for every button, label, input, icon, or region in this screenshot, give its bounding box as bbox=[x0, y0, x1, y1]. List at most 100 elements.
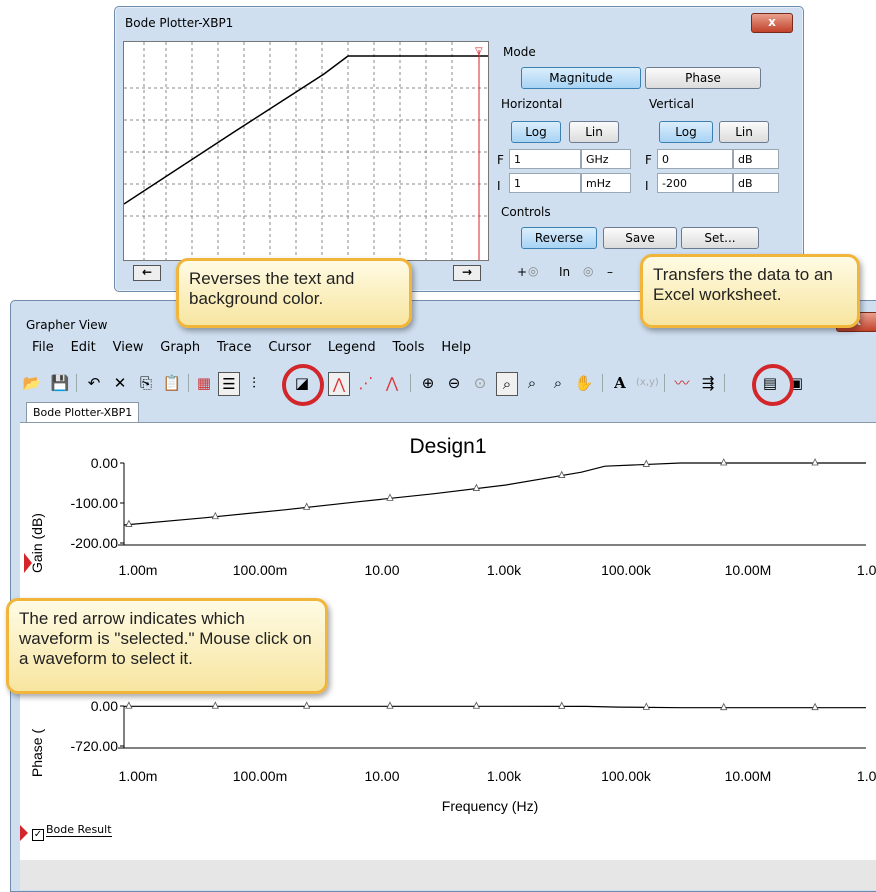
callout-reverse-text: Reverses the text and background color. bbox=[189, 269, 355, 308]
bode-window-title: Bode Plotter-XBP1 bbox=[125, 16, 234, 30]
menu-view[interactable]: View bbox=[113, 340, 144, 355]
chart-title: Design1 bbox=[409, 435, 486, 458]
menu-edit[interactable]: Edit bbox=[71, 340, 96, 355]
show-select-marks-icon[interactable]: ⫶ bbox=[244, 372, 264, 394]
data-point-marker bbox=[558, 701, 566, 709]
horizontal-initial-unit[interactable]: mHz bbox=[581, 173, 631, 193]
in-terminal-label: In bbox=[559, 265, 571, 279]
data-point-marker bbox=[211, 511, 219, 520]
vertical-initial-value[interactable]: -200 bbox=[657, 173, 733, 193]
data-point-marker bbox=[125, 519, 133, 527]
callout-reverse: Reverses the text and background color. bbox=[176, 258, 412, 328]
callout-excel-text: Transfers the data to an Excel worksheet… bbox=[653, 265, 833, 304]
reverse-highlight-ring bbox=[282, 364, 324, 406]
menu-legend[interactable]: Legend bbox=[328, 340, 376, 355]
set-button[interactable]: Set... bbox=[681, 227, 759, 249]
paste-icon[interactable]: 📋 bbox=[162, 372, 182, 394]
legend-checkbox[interactable]: ✓ bbox=[32, 829, 44, 841]
data-point-marker bbox=[642, 459, 650, 467]
x-tick-label: 1.00k bbox=[487, 562, 522, 578]
save-icon[interactable]: 💾 bbox=[50, 372, 70, 394]
bode-close-button[interactable]: x bbox=[751, 13, 793, 33]
x-tick-label: 100.00k bbox=[601, 768, 652, 784]
bode-mini-plot-svg: ▽ bbox=[123, 42, 488, 260]
export-icon[interactable]: ⇶ bbox=[698, 372, 718, 394]
bode-plotter-window: Bode Plotter-XBP1 x ▽ ← → Mode Magnitude… bbox=[114, 6, 804, 292]
zoom-full-icon[interactable]: ⌕ bbox=[496, 372, 518, 396]
excel-highlight-ring bbox=[752, 364, 794, 406]
callout-selected: The red arrow indicates which waveform i… bbox=[6, 598, 328, 694]
zoom-out-icon[interactable]: ⊖ bbox=[444, 372, 464, 394]
horizontal-lin-button[interactable]: Lin bbox=[569, 121, 619, 143]
reverse-button[interactable]: Reverse bbox=[521, 227, 597, 249]
menu-file[interactable]: File bbox=[32, 340, 54, 355]
phase-button[interactable]: Phase bbox=[645, 67, 761, 89]
properties-icon[interactable]: (x,y) bbox=[636, 372, 659, 394]
selected-trace-marker bbox=[20, 825, 28, 841]
vertical-initial-unit[interactable]: dB bbox=[733, 173, 779, 193]
x-tick-label: 10.00 bbox=[364, 768, 399, 784]
plus-terminal-icon[interactable]: ◎ bbox=[528, 264, 538, 278]
bode-mini-curve bbox=[123, 55, 488, 205]
copy-icon[interactable]: ⎘ bbox=[136, 372, 156, 394]
x-tick-label: 1.00G bbox=[857, 562, 876, 578]
zoom-in-icon[interactable]: ⊕ bbox=[418, 372, 438, 394]
zoom-y-icon[interactable]: ⌕ bbox=[548, 372, 568, 394]
save-button[interactable]: Save bbox=[603, 227, 677, 249]
horizontal-initial-value[interactable]: 1 bbox=[509, 173, 581, 193]
delete-icon[interactable]: ✕ bbox=[110, 372, 130, 394]
vertical-label: Vertical bbox=[649, 97, 694, 111]
legend-label: Bode Result bbox=[46, 823, 112, 837]
menu-trace[interactable]: Trace bbox=[217, 340, 252, 355]
horizontal-initial-label: I bbox=[497, 179, 501, 193]
data-point-marker bbox=[472, 701, 481, 709]
series-line bbox=[124, 705, 866, 709]
vertical-final-unit[interactable]: dB bbox=[733, 149, 779, 169]
horizontal-final-label: F bbox=[497, 153, 504, 167]
vertical-log-button[interactable]: Log bbox=[659, 121, 713, 143]
vertical-lin-button[interactable]: Lin bbox=[719, 121, 769, 143]
menu-graph[interactable]: Graph bbox=[160, 340, 200, 355]
x-tick-label: 100.00m bbox=[233, 768, 287, 784]
bode-mini-plot: ▽ bbox=[123, 41, 489, 261]
vertical-final-value[interactable]: 0 bbox=[657, 149, 733, 169]
bode-scroll-left-button[interactable]: ← bbox=[133, 265, 161, 281]
horizontal-log-button[interactable]: Log bbox=[511, 121, 561, 143]
open-icon[interactable]: 📂 bbox=[22, 372, 42, 394]
data-point-marker bbox=[811, 702, 819, 711]
title-text-icon[interactable]: A bbox=[610, 372, 630, 394]
x-tick-label: 10.00M bbox=[725, 562, 772, 578]
in-terminal-icon[interactable]: ◎ bbox=[583, 264, 593, 278]
legend-icon[interactable]: ☰ bbox=[218, 372, 240, 396]
horizontal-final-unit[interactable]: GHz bbox=[581, 149, 631, 169]
y-tick-label: 0.00 bbox=[91, 455, 118, 471]
tab-bode-plotter[interactable]: Bode Plotter-XBP1 bbox=[26, 402, 140, 423]
next-marker-icon[interactable]: ⋰ bbox=[356, 372, 376, 394]
pan-hand-icon[interactable]: ✋ bbox=[574, 372, 594, 394]
bode-scroll-right-button[interactable]: → bbox=[453, 265, 481, 281]
menu-help[interactable]: Help bbox=[441, 340, 471, 355]
overlay-traces-icon[interactable]: 〰 bbox=[672, 372, 692, 394]
grid-icon[interactable]: ▦ bbox=[194, 372, 214, 394]
horizontal-final-value[interactable]: 1 bbox=[509, 149, 581, 169]
callout-selected-text: The red arrow indicates which waveform i… bbox=[19, 609, 312, 668]
prev-marker-icon[interactable]: ⋀ bbox=[382, 372, 402, 394]
undo-icon[interactable]: ↶ bbox=[84, 372, 104, 394]
zoom-x-icon[interactable]: ⌕ bbox=[522, 372, 542, 394]
x-tick-label: 1.00G bbox=[857, 768, 876, 784]
data-point-marker bbox=[303, 701, 311, 709]
y-axis-label: Phase ( bbox=[29, 729, 45, 778]
x-tick-label: 1.00m bbox=[119, 562, 158, 578]
data-point-marker bbox=[125, 701, 133, 709]
magnitude-button[interactable]: Magnitude bbox=[521, 67, 641, 89]
data-point-marker bbox=[211, 701, 219, 709]
menu-cursor[interactable]: Cursor bbox=[268, 340, 311, 355]
status-bar bbox=[20, 860, 876, 890]
series-line bbox=[123, 462, 866, 526]
vertical-initial-label: I bbox=[645, 179, 649, 193]
zoom-area-icon[interactable]: ⊙ bbox=[470, 372, 490, 394]
data-point-marker bbox=[811, 458, 819, 466]
cursors-icon[interactable]: ⋀ bbox=[328, 372, 350, 396]
vertical-final-label: F bbox=[645, 153, 652, 167]
menu-tools[interactable]: Tools bbox=[393, 340, 425, 355]
